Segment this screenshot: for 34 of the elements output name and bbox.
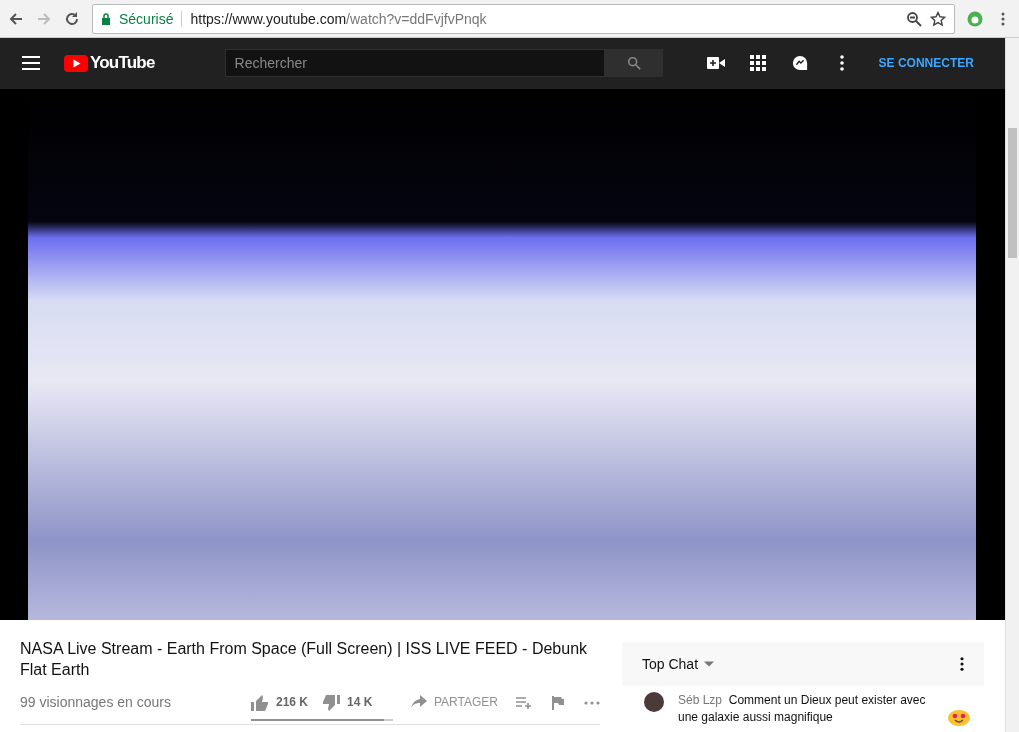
thumbs-up-icon [251,694,269,711]
thumbs-down-icon [322,694,340,711]
messages-icon[interactable] [790,55,809,72]
search-icon [626,56,641,71]
share-button[interactable]: PARTAGER [411,693,498,709]
search-button[interactable] [604,49,663,78]
search-field[interactable]: Rechercher [224,49,605,78]
url-text: https://www.youtube.com/watch?v=ddFvjfvPnqk [190,10,487,27]
zoom-icon[interactable] [906,10,922,27]
dislike-button[interactable]: 14 K [322,693,373,728]
like-button[interactable]: 216 K [251,693,308,728]
site-logo[interactable]: YouTube [90,53,155,74]
chat-message: Séb Lzp Comment un Dieux peut exister avec une galaxie aussi magnifique [678,692,927,726]
caret-icon [704,661,715,667]
heart-eyes-emoji-icon [948,708,970,726]
lock-icon [101,12,111,25]
flag-icon[interactable] [550,695,566,710]
avatar [644,692,664,712]
play-logo-icon [64,54,88,72]
reload-icon[interactable] [64,10,80,27]
video-camera-icon[interactable] [706,55,725,72]
share-arrow-icon [411,694,427,709]
scrollbar[interactable] [1005,38,1019,732]
video-title: NASA Live Stream - Earth From Space (Full Screen) | ISS LIVE FEED - Debunk Flat Earth [20,639,589,680]
view-count: 99 visionnages en cours [20,694,171,712]
security-label: Sécurisé [119,10,174,27]
chat-mode-dropdown[interactable]: Top Chat [642,656,715,672]
star-icon[interactable] [930,10,946,27]
back-icon[interactable] [8,10,24,27]
menu-icon[interactable] [22,55,40,72]
address-bar[interactable]: Sécurisé https://www.youtube.com/watch?v=ddFvjfvPnqk [92,3,955,34]
sign-in-link[interactable]: SE CONNECTER [878,56,974,71]
apps-grid-icon[interactable] [748,55,767,72]
more-icon[interactable] [960,657,964,671]
